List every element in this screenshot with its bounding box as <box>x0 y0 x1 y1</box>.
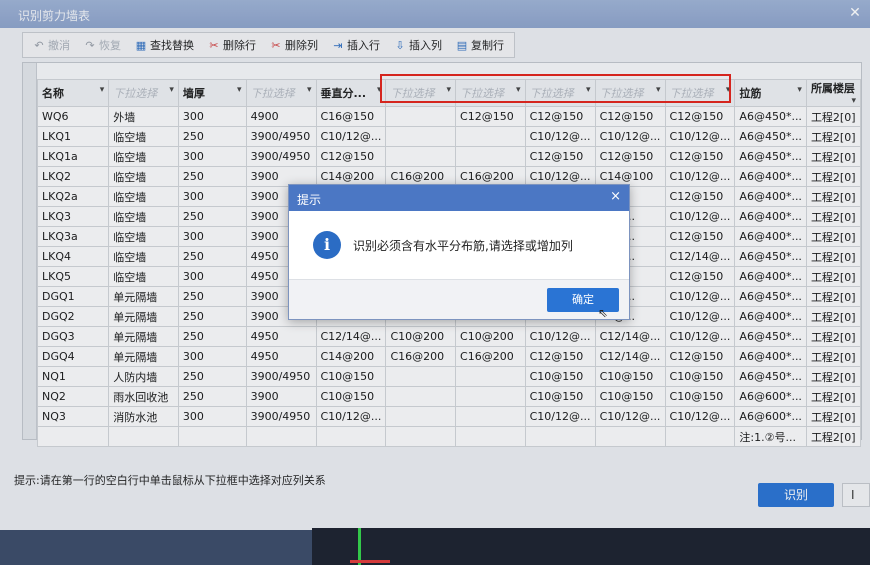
info-icon: i <box>313 231 341 259</box>
x-axis-icon <box>350 560 390 563</box>
mouse-cursor-icon: ⇖ <box>598 306 609 320</box>
dialog-footer: 确定 <box>289 279 629 319</box>
recognize-shear-wall-window: 识别剪力墙表 ✕ ↶ 撤消 ↷ 恢复 ▦ 查找替换 ✂ 删除行 ✂ 删除列 ⇥ 插入行 ⇩ 插入列 ▤ 复制行… <box>0 0 870 530</box>
ok-button[interactable]: 确定 <box>547 288 619 312</box>
dialog-message: 识别必须含有水平分布筋,请选择或增加列 <box>353 239 573 253</box>
dialog-close-icon[interactable]: × <box>610 189 621 204</box>
alert-dialog: 提示 × i 识别必须含有水平分布筋,请选择或增加列 确定 <box>288 184 630 320</box>
dialog-title: 提示 <box>297 193 322 207</box>
dialog-titlebar: 提示 × <box>289 185 629 211</box>
cad-canvas[interactable] <box>312 528 870 565</box>
